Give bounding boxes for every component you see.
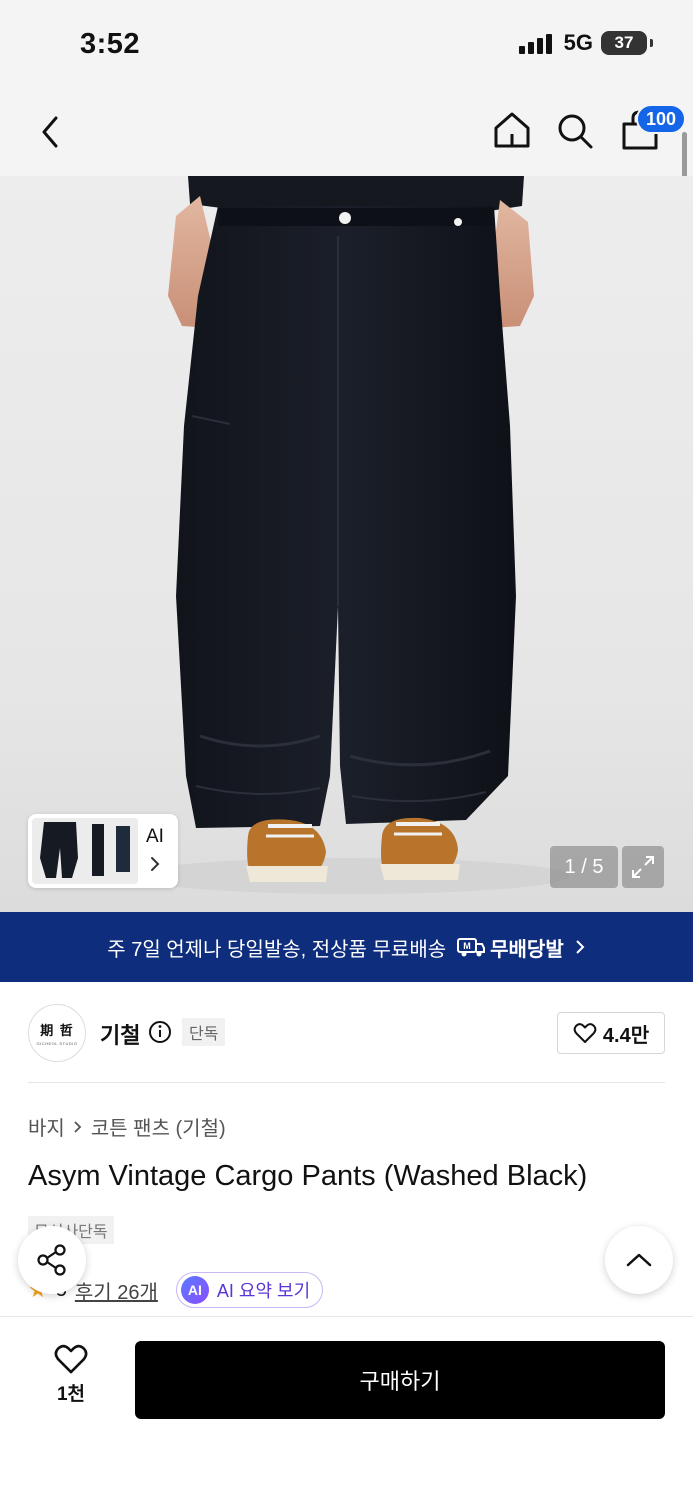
scroll-top-button[interactable] <box>605 1226 673 1294</box>
brand-row: 期 哲 GICHEOL STUDIO 기철 단독 4.4만 <box>28 1004 665 1062</box>
ai-summary-label: AI 요약 보기 <box>216 1281 311 1301</box>
banner-logo-text: 무배당발 <box>490 938 564 961</box>
home-icon[interactable] <box>490 106 534 154</box>
brand-name[interactable]: 기철 <box>100 1018 140 1050</box>
breadcrumb: 바지 코튼 팬츠 (기철) <box>28 1112 226 1141</box>
brand-logo[interactable]: 期 哲 GICHEOL STUDIO <box>28 1004 86 1062</box>
wishlist-count: 1천 <box>56 1384 86 1405</box>
heart-icon <box>573 1023 597 1043</box>
cart-count-badge: 100 <box>636 104 687 134</box>
svg-text:M: M <box>463 941 471 951</box>
breadcrumb-category[interactable]: 바지 <box>28 1112 65 1141</box>
thumbnail-ai-label: AI <box>146 826 164 847</box>
battery-level: 37 <box>614 33 634 52</box>
exclusive-tag: 단독 <box>182 1018 226 1046</box>
brand-like-count: 4.4만 <box>602 1024 650 1047</box>
buy-button[interactable]: 구매하기 <box>135 1341 665 1419</box>
search-icon[interactable] <box>553 106 597 154</box>
shipping-banner[interactable]: 주 7일 언제나 당일발송, 전상품 무료배송 M 무배당발 <box>0 912 693 982</box>
brand-like-button[interactable]: 4.4만 <box>557 1012 665 1054</box>
product-title: Asym Vintage Cargo Pants (Washed Black) <box>28 1160 588 1192</box>
brand-logo-subtext: GICHEOL STUDIO <box>36 1041 78 1046</box>
chevron-up-icon <box>626 1253 652 1267</box>
heart-icon <box>54 1344 88 1374</box>
top-nav <box>0 88 693 176</box>
status-indicators: 5G 37 <box>518 30 653 56</box>
chevron-right-icon <box>151 857 160 871</box>
ai-summary-button[interactable]: AI AI 요약 보기 <box>175 1272 324 1308</box>
info-icon[interactable] <box>148 1020 172 1044</box>
battery-icon: 37 <box>601 31 653 55</box>
status-bar: 3:52 5G 37 <box>0 0 693 88</box>
ai-styling-thumbnail[interactable]: AI <box>28 814 178 888</box>
chevron-right-icon <box>576 940 585 954</box>
brand-logo-text: 期 哲 <box>40 1024 74 1039</box>
banner-text: 주 7일 언제나 당일발송, 전상품 무료배송 <box>107 938 447 961</box>
review-link[interactable]: 후기 26개 <box>75 1276 158 1305</box>
product-photo <box>130 176 570 894</box>
product-image[interactable]: AI 1 / 5 <box>0 176 693 912</box>
delivery-truck-icon: M <box>457 938 486 957</box>
expand-icon <box>632 856 654 878</box>
share-button[interactable] <box>18 1226 86 1294</box>
back-icon[interactable] <box>30 108 74 156</box>
ai-badge-icon: AI <box>180 1276 209 1304</box>
breadcrumb-subcategory[interactable]: 코튼 팬츠 (기철) <box>91 1112 226 1141</box>
thumbnail-image <box>32 818 138 884</box>
bottom-action-bar: 1천 구매하기 <box>0 1316 693 1500</box>
wishlist-button[interactable]: 1천 <box>40 1343 102 1413</box>
free-shipping-logo: M 무배당발 <box>456 933 564 962</box>
share-icon <box>37 1244 66 1276</box>
image-counter: 1 / 5 <box>550 846 618 888</box>
status-time: 3:52 <box>80 28 141 60</box>
chevron-right-icon <box>74 1120 82 1133</box>
signal-icon <box>518 32 552 54</box>
expand-button[interactable] <box>622 846 664 888</box>
divider <box>28 1082 665 1083</box>
network-label: 5G <box>563 30 593 55</box>
